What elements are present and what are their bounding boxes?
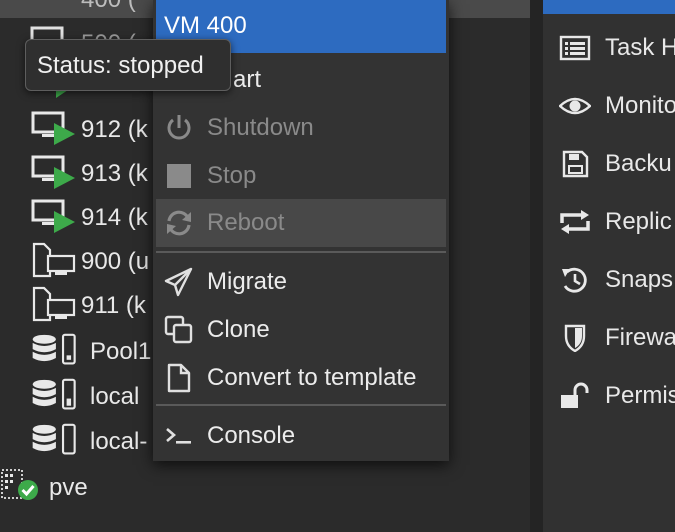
- menu-item-label: Migrate: [207, 268, 288, 295]
- tree-item-node-pve[interactable]: pve: [0, 466, 530, 506]
- storage-icon: [32, 333, 76, 365]
- tooltip-text: Status: stopped: [37, 52, 204, 79]
- right-menu-item-label: Permis: [605, 382, 675, 409]
- tree-item-label: local-: [90, 428, 148, 455]
- running-vm-icon: [31, 155, 75, 189]
- tree-item-label: 914 (k: [81, 204, 148, 231]
- list-icon: [559, 35, 591, 61]
- menu-separator: [156, 251, 446, 253]
- menu-item-convert-to-template[interactable]: Convert to template: [156, 354, 446, 400]
- right-menu-item-snapshots[interactable]: Snaps: [543, 258, 675, 302]
- unlock-icon: [561, 382, 589, 408]
- right-menu-item-label: Backu: [605, 150, 672, 177]
- menu-item-label: Reboot: [207, 209, 285, 236]
- menu-item-shutdown[interactable]: Shutdown: [156, 104, 446, 150]
- shield-icon: [564, 324, 586, 352]
- right-menu-item-replication[interactable]: Replic: [543, 200, 675, 244]
- right-menu-item-label: Firewa: [605, 324, 675, 351]
- right-menu-item-label: Task H: [605, 34, 675, 61]
- stop-icon: [167, 164, 191, 188]
- right-menu-active-item[interactable]: [543, 0, 675, 14]
- menu-item-clone[interactable]: Clone: [156, 306, 446, 352]
- template-icon: [32, 242, 76, 278]
- right-menu-item-firewall[interactable]: Firewa: [543, 316, 675, 360]
- panel-splitter[interactable]: [530, 0, 543, 532]
- eye-icon: [559, 97, 591, 115]
- storage-icon: [32, 378, 76, 410]
- clone-icon: [164, 315, 193, 344]
- menu-item-label: Convert to template: [207, 364, 417, 391]
- storage-icon: [32, 423, 76, 455]
- right-menu-item-monitor[interactable]: Monito: [543, 84, 675, 128]
- right-menu-item-label: Replic: [605, 208, 672, 235]
- refresh-icon: [167, 210, 191, 236]
- menu-item-reboot[interactable]: Reboot: [156, 199, 446, 247]
- menu-item-label: Clone: [207, 316, 270, 343]
- tree-item-label: Pool1: [90, 338, 152, 365]
- right-menu-item-label: Snaps: [605, 266, 674, 293]
- tree-item-label: 400 (: [81, 0, 136, 14]
- vm-config-menu: Task H Monito Backu Replic Snaps Firewa …: [543, 0, 675, 532]
- template-icon: [32, 286, 76, 322]
- menu-item-label: Stop: [207, 162, 257, 189]
- file-icon: [167, 363, 191, 393]
- menu-item-console[interactable]: Console: [156, 412, 446, 458]
- terminal-icon: [166, 428, 191, 444]
- floppy-icon: [562, 150, 589, 178]
- server-node-icon: [1, 469, 38, 500]
- right-menu-item-label: Monito: [605, 92, 675, 119]
- history-icon: [562, 267, 587, 293]
- menu-separator: [156, 404, 446, 406]
- tree-item-label: 911 (k: [81, 292, 146, 319]
- menu-item-label: Console: [207, 422, 296, 449]
- right-menu-item-permissions[interactable]: Permis: [543, 374, 675, 418]
- menu-item-label: Shutdown: [207, 114, 314, 141]
- menu-item-label: art: [233, 66, 262, 93]
- context-menu-title-text: VM 400: [164, 12, 247, 39]
- status-tooltip: Status: stopped: [25, 39, 231, 91]
- right-menu-item-task-history[interactable]: Task H: [543, 26, 675, 70]
- menu-item-migrate[interactable]: Migrate: [156, 258, 446, 304]
- tree-item-label: pve: [49, 474, 88, 501]
- right-menu-item-backup[interactable]: Backu: [543, 142, 675, 186]
- tree-item-label: 900 (u: [81, 248, 150, 275]
- menu-item-stop[interactable]: Stop: [156, 152, 446, 198]
- tree-item-label: local: [90, 383, 140, 410]
- running-vm-icon: [31, 199, 75, 233]
- running-vm-icon: [31, 111, 75, 145]
- paper-plane-icon: [164, 267, 193, 297]
- tree-item-label: 913 (k: [81, 160, 148, 187]
- retweet-icon: [560, 210, 590, 234]
- tree-item-label: 912 (k: [81, 116, 148, 143]
- power-icon: [167, 115, 191, 140]
